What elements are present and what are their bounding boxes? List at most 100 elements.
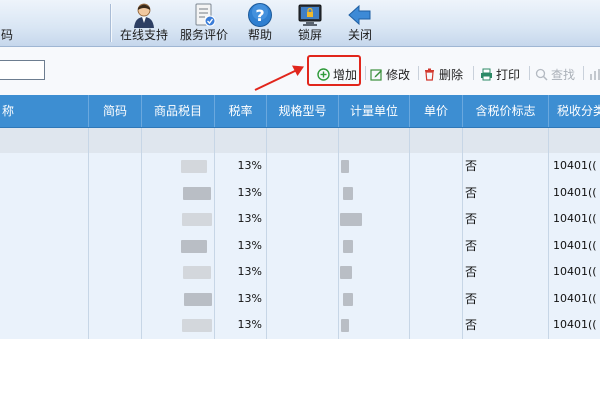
column-divider: [141, 128, 142, 339]
tax-flag-cell: 否: [465, 159, 478, 173]
edit-icon: [370, 68, 382, 81]
redacted-tax-item: [182, 319, 212, 332]
toolbar-partial-button[interactable]: 码: [0, 0, 18, 46]
action-separator: [418, 66, 419, 80]
more-button[interactable]: [589, 65, 600, 83]
redacted-tax-item: [184, 292, 212, 306]
online-support-label: 在线支持: [119, 28, 168, 42]
table-header: 称 简码 商品税目 税率 规格型号 计量单位 单价 含税价标志 税收分类: [0, 95, 600, 128]
main-toolbar: 码 在线支持 服务评价 ? 帮助 锁屏 关闭: [0, 0, 600, 47]
tax-class-cell: 10401((: [553, 318, 597, 331]
redacted-unit: [343, 239, 353, 253]
column-divider: [462, 128, 463, 339]
tax-flag-cell: 否: [465, 185, 478, 200]
column-header-short-code[interactable]: 简码: [88, 95, 141, 127]
tax-rate-cell: 13%: [237, 185, 262, 199]
search-input[interactable]: [0, 60, 45, 80]
table-body: 13% 否 10401(( 13% 否 10401(( 13% 否 10401(( 13% 否 104…: [0, 153, 600, 339]
service-evaluation-icon: [195, 3, 216, 27]
delete-button[interactable]: 删除: [423, 65, 463, 83]
printer-icon: [481, 68, 492, 80]
trash-icon: [425, 68, 434, 81]
column-header-tax-flag[interactable]: 含税价标志: [462, 95, 548, 127]
find-label: 查找: [551, 67, 576, 82]
tax-class-cell: 10401((: [553, 291, 597, 305]
redacted-unit: [340, 213, 362, 226]
svg-text:?: ?: [255, 6, 264, 25]
delete-label: 删除: [439, 67, 464, 82]
table-group-row[interactable]: [0, 128, 600, 154]
redacted-tax-item: [183, 186, 211, 200]
column-header-name[interactable]: 称: [0, 95, 88, 127]
redacted-tax-item: [183, 266, 211, 279]
toolbar-partial-label: 码: [0, 28, 13, 42]
redacted-unit: [343, 292, 353, 306]
column-divider: [409, 128, 410, 339]
bar-chart-icon: [590, 68, 600, 80]
redacted-tax-item: [181, 160, 207, 173]
service-evaluation-label: 服务评价: [179, 28, 228, 42]
service-evaluation-button[interactable]: 服务评价: [176, 0, 232, 46]
table-row[interactable]: 13% 否 10401((: [0, 286, 600, 313]
find-button[interactable]: 查找: [535, 65, 575, 83]
close-button[interactable]: 关闭: [340, 0, 380, 46]
action-bar: 增加 修改 删除 打印 查找: [0, 47, 600, 95]
tax-rate-cell: 13%: [237, 159, 262, 172]
action-separator: [473, 66, 474, 80]
tax-class-cell: 10401((: [553, 185, 597, 199]
table-row[interactable]: 13% 否 10401((: [0, 233, 600, 260]
search-icon: [535, 68, 548, 81]
column-header-unit[interactable]: 计量单位: [338, 95, 409, 127]
action-separator: [583, 66, 584, 80]
redacted-unit: [341, 160, 349, 173]
tax-rate-cell: 13%: [237, 238, 262, 252]
help-button[interactable]: ? 帮助: [240, 0, 280, 46]
edit-label: 修改: [386, 67, 411, 82]
print-label: 打印: [496, 67, 521, 82]
tax-class-cell: 10401((: [553, 238, 597, 252]
tax-class-cell: 10401((: [553, 159, 597, 172]
print-button[interactable]: 打印: [480, 65, 520, 83]
column-header-tax-item[interactable]: 商品税目: [141, 95, 214, 127]
column-header-tax-rate[interactable]: 税率: [214, 95, 266, 127]
table-row[interactable]: 13% 否 10401((: [0, 153, 600, 180]
column-header-tax-class[interactable]: 税收分类: [548, 95, 600, 127]
table-row[interactable]: 13% 否 10401((: [0, 312, 600, 339]
highlight-box: [307, 55, 361, 86]
column-divider: [338, 128, 339, 339]
tax-rate-cell: 13%: [237, 318, 262, 331]
toolbar-separator: [110, 4, 111, 42]
column-divider: [88, 128, 89, 339]
column-divider: [214, 128, 215, 339]
redacted-unit: [343, 186, 353, 200]
redacted-unit: [340, 266, 352, 279]
lock-screen-label: 锁屏: [297, 28, 322, 42]
close-label: 关闭: [347, 28, 372, 42]
tax-rate-cell: 13%: [237, 212, 262, 225]
tax-flag-cell: 否: [465, 291, 478, 306]
table-row[interactable]: 13% 否 10401((: [0, 259, 600, 286]
lock-screen-icon: [298, 4, 322, 26]
column-divider: [266, 128, 267, 339]
help-label: 帮助: [247, 28, 272, 42]
table-row[interactable]: 13% 否 10401((: [0, 206, 600, 233]
redacted-tax-item: [181, 239, 207, 253]
online-support-icon: [134, 3, 154, 28]
column-header-price[interactable]: 单价: [409, 95, 462, 127]
tax-class-cell: 10401((: [553, 212, 597, 225]
help-icon: ?: [248, 3, 272, 27]
column-header-spec[interactable]: 规格型号: [266, 95, 338, 127]
tax-flag-cell: 否: [465, 318, 478, 332]
table-row[interactable]: 13% 否 10401((: [0, 180, 600, 207]
edit-button[interactable]: 修改: [370, 65, 410, 83]
tax-flag-cell: 否: [465, 238, 478, 253]
online-support-button[interactable]: 在线支持: [116, 0, 172, 46]
redacted-unit: [341, 319, 349, 332]
tax-flag-cell: 否: [465, 212, 478, 226]
column-divider: [548, 128, 549, 339]
tax-rate-cell: 13%: [237, 265, 262, 278]
lock-screen-button[interactable]: 锁屏: [290, 0, 330, 46]
redacted-tax-item: [182, 213, 212, 226]
tax-class-cell: 10401((: [553, 265, 597, 278]
close-arrow-icon: [348, 4, 371, 26]
